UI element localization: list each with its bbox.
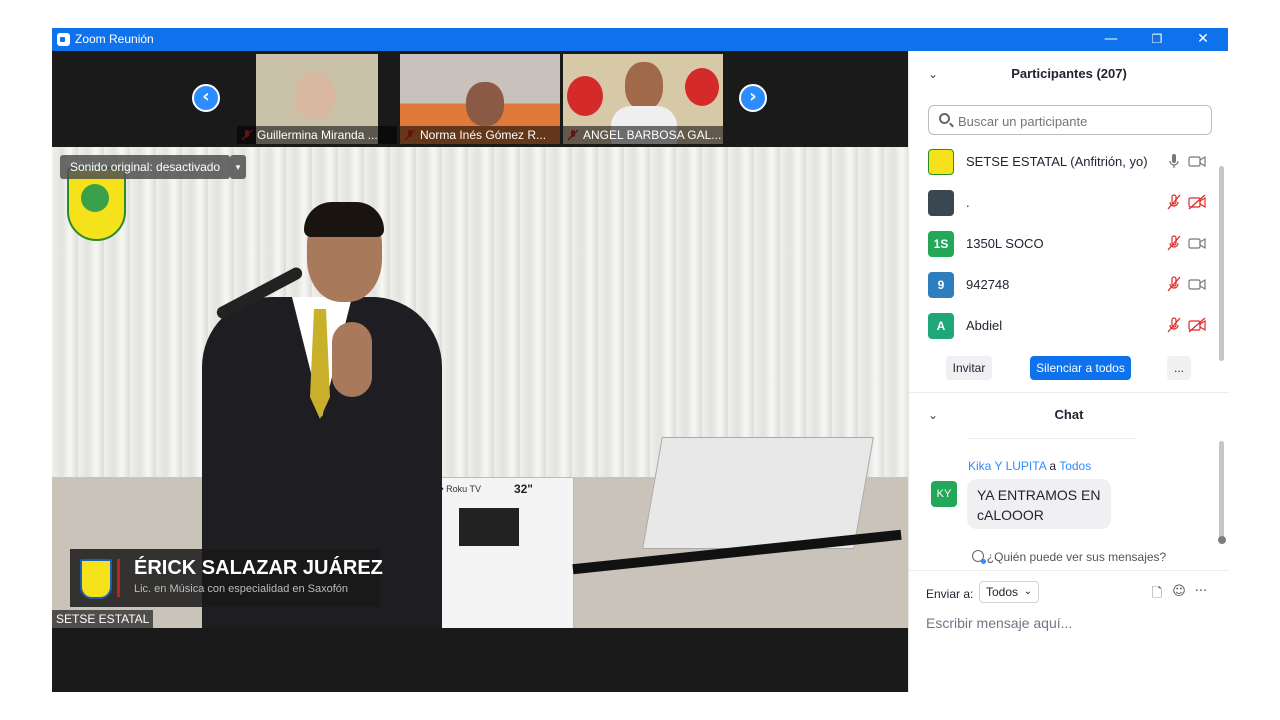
chat-sender-name[interactable]: Kika Y LUPITA	[968, 459, 1046, 473]
people-info-icon	[971, 550, 986, 564]
participant-avatar: 9	[928, 272, 954, 298]
participant-row-name: SETSE ESTATAL (Anfitrión, yo)	[966, 154, 1148, 169]
active-speaker-video: JVC • Roku TV 32" Sonido original: desac…	[52, 147, 908, 628]
chat-sender-avatar: KY	[931, 481, 957, 507]
search-icon	[939, 113, 950, 124]
balloon	[567, 76, 603, 116]
who-can-see-messages[interactable]: ¿Quién puede ver sus mensajes?	[909, 550, 1229, 564]
participant-row-name: .	[966, 195, 970, 210]
tv-screen	[459, 508, 519, 546]
video-on-icon[interactable]	[1188, 276, 1206, 292]
more-options-button[interactable]: ...	[1167, 356, 1191, 380]
participant-avatar: A	[928, 313, 954, 339]
participants-title: Participantes (207)	[1011, 66, 1127, 81]
chat-scrollbar[interactable]	[1219, 441, 1224, 541]
lower-third-role: Lic. en Música con especialidad en Saxof…	[134, 583, 349, 595]
close-button[interactable]: ✕	[1180, 28, 1226, 51]
participant-row[interactable]: A Abdiel	[909, 305, 1219, 346]
chat-message-bubble: YA ENTRAMOS EN cALOOOR	[967, 479, 1111, 529]
participant-list: SETSE ESTATAL (Anfitrión, yo) . 1S 1350L…	[909, 141, 1229, 346]
lower-third-divider	[117, 559, 120, 597]
participant-row[interactable]: 9 942748	[909, 264, 1219, 305]
mic-muted-icon[interactable]	[1167, 276, 1181, 292]
window-title: Zoom Reunión	[75, 32, 154, 46]
video-on-icon[interactable]	[1188, 153, 1206, 169]
chevron-down-icon: ⌄	[1023, 586, 1032, 597]
lower-third-logo	[80, 559, 112, 599]
participant-name: ANGEL BARBOSA GAL...	[563, 126, 723, 144]
mic-muted-icon[interactable]	[1167, 194, 1181, 210]
restore-button[interactable]: ❐	[1134, 28, 1180, 51]
zoom-window: Zoom Reunión — ❐ ✕ ‹ Guillermina Miranda…	[52, 28, 1229, 692]
prev-page-button[interactable]: ‹	[192, 84, 220, 112]
participant-thumbnail[interactable]: Norma Inés Gómez R...	[400, 54, 560, 144]
file-icon[interactable]: 🗋	[1149, 584, 1165, 601]
video-off-icon[interactable]	[1188, 194, 1206, 210]
zoom-logo-icon	[57, 33, 70, 46]
participant-face	[625, 62, 663, 110]
emoji-icon[interactable]: ☺	[1171, 584, 1187, 600]
panel-divider	[909, 392, 1229, 393]
speaker-name-tag: SETSE ESTATAL	[52, 610, 154, 628]
participant-row-name: 942748	[966, 277, 1010, 292]
send-to-label: Enviar a:	[926, 587, 974, 601]
video-off-icon[interactable]	[1188, 317, 1206, 333]
participant-face	[295, 72, 335, 120]
chat-message-meta: Kika Y LUPITA a Todos	[968, 459, 1091, 473]
mute-all-button[interactable]: Silenciar a todos	[1030, 356, 1131, 380]
lower-third-name: ÉRICK SALAZAR JUÁREZ	[134, 557, 383, 579]
mic-muted-icon[interactable]	[1167, 235, 1181, 251]
invite-button[interactable]: Invitar	[946, 356, 992, 380]
participant-row[interactable]: .	[909, 182, 1219, 223]
mic-muted-icon[interactable]	[1167, 317, 1181, 333]
video-stage: ‹ Guillermina Miranda ... Norma Inés Góm…	[52, 51, 908, 692]
tv-size-label: 32"	[513, 482, 533, 496]
chat-to-word: a	[1049, 459, 1057, 473]
participant-search-input[interactable]	[956, 106, 1210, 136]
participant-row[interactable]: 1S 1350L SOCO	[909, 223, 1219, 264]
send-to-dropdown[interactable]: Todos ⌄	[979, 581, 1039, 603]
send-to-value: Todos	[986, 585, 1019, 599]
participant-row-name: 1350L SOCO	[966, 236, 1044, 251]
chat-scrollbar-thumb[interactable]	[1219, 441, 1224, 541]
participant-scrollbar-thumb[interactable]	[1219, 166, 1224, 361]
lower-third: ÉRICK SALAZAR JUÁREZ Lic. en Música con …	[70, 549, 383, 607]
participant-scrollbar[interactable]	[1219, 166, 1224, 361]
original-sound-dropdown[interactable]: ▾	[230, 155, 246, 179]
participant-name: Guillermina Miranda ...	[237, 126, 397, 144]
minimize-button[interactable]: —	[1088, 28, 1134, 51]
video-on-icon[interactable]	[1188, 235, 1206, 251]
singer-hair	[304, 202, 384, 237]
singer-hand	[332, 322, 372, 397]
next-page-button[interactable]: ›	[739, 84, 767, 112]
chat-title: Chat	[1054, 407, 1084, 422]
participant-thumbnail[interactable]: Guillermina Miranda ...	[237, 54, 397, 144]
chat-top-separator	[969, 438, 1135, 439]
mic-on-icon[interactable]	[1167, 153, 1181, 169]
title-bar: Zoom Reunión — ❐ ✕	[52, 28, 1228, 51]
who-can-see-text[interactable]: ¿Quién puede ver sus mensajes?	[987, 550, 1166, 564]
participant-row[interactable]: SETSE ESTATAL (Anfitrión, yo)	[909, 141, 1219, 182]
thumbnail-strip: ‹ Guillermina Miranda ... Norma Inés Góm…	[52, 51, 908, 147]
original-sound-status[interactable]: Sonido original: desactivado	[60, 155, 231, 179]
participant-avatar: 1S	[928, 231, 954, 257]
compose-divider	[909, 570, 1229, 571]
sidebar: ⌄ Participantes (207) SETSE ESTATAL (Anf…	[908, 51, 1229, 692]
participant-name: Norma Inés Gómez R...	[400, 126, 560, 144]
chat-scroll-end-dot	[1218, 536, 1226, 544]
chat-recipient[interactable]: Todos	[1059, 459, 1091, 473]
balloon	[685, 68, 719, 106]
info-dot-icon	[980, 559, 986, 564]
participant-face	[466, 82, 504, 126]
participant-avatar	[928, 190, 954, 216]
participant-avatar	[928, 149, 954, 175]
chat-compose-input[interactable]	[926, 613, 1216, 633]
more-chat-options-button[interactable]: ···	[1193, 584, 1209, 600]
participant-thumbnail[interactable]: ANGEL BARBOSA GAL...	[563, 54, 723, 144]
participant-search[interactable]	[928, 105, 1212, 136]
participant-row-name: Abdiel	[966, 318, 1003, 333]
laptop	[642, 437, 874, 549]
